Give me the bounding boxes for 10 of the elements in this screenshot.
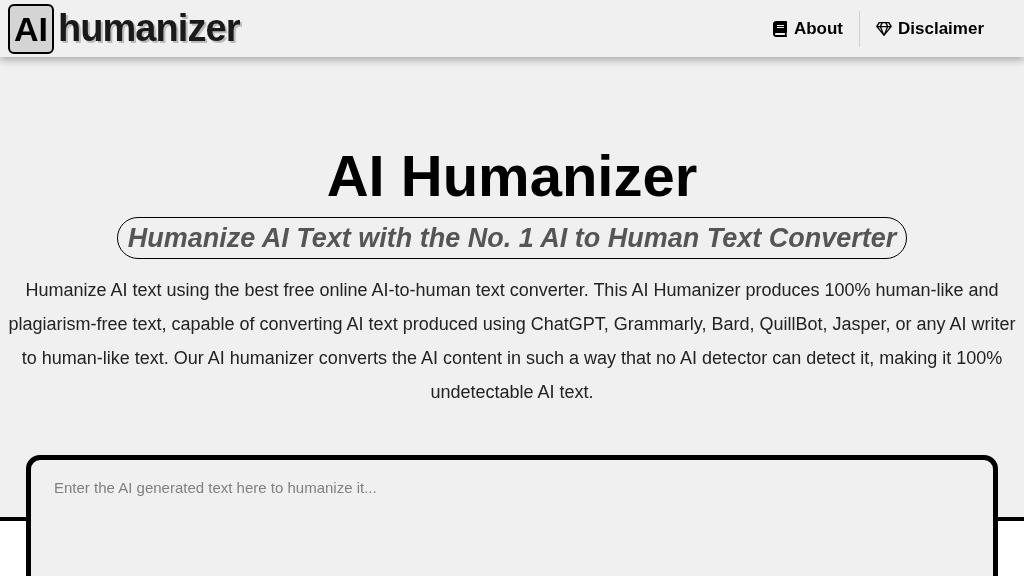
logo-wordmark: humanizer [58, 6, 240, 51]
gem-icon [876, 20, 892, 37]
page-title: AI Humanizer [326, 143, 698, 209]
description-paragraph: Humanize AI text using the best free online AI-to-human text converter. This AI Humanizer produces 100% human-like and plagiarism-free text, capable of converting AI text produced using ChatGPT, Grammarly, Bard, QuillBot, Jasper, or any AI writer to human-like text. Our AI humanizer converts the AI content in such a way that no AI detector can detect it, making it 100% undetectable AI text. [7, 279, 1017, 404]
input-field[interactable]: Enter the AI generated text here to humanize it... [26, 455, 998, 576]
nav-link[interactable]: Disclaimer [860, 15, 1000, 42]
book-icon [771, 20, 788, 37]
logo-badge: AI [8, 3, 54, 54]
nav-link[interactable]: About [755, 15, 859, 42]
logo[interactable]: AI humanizer [8, 0, 240, 57]
